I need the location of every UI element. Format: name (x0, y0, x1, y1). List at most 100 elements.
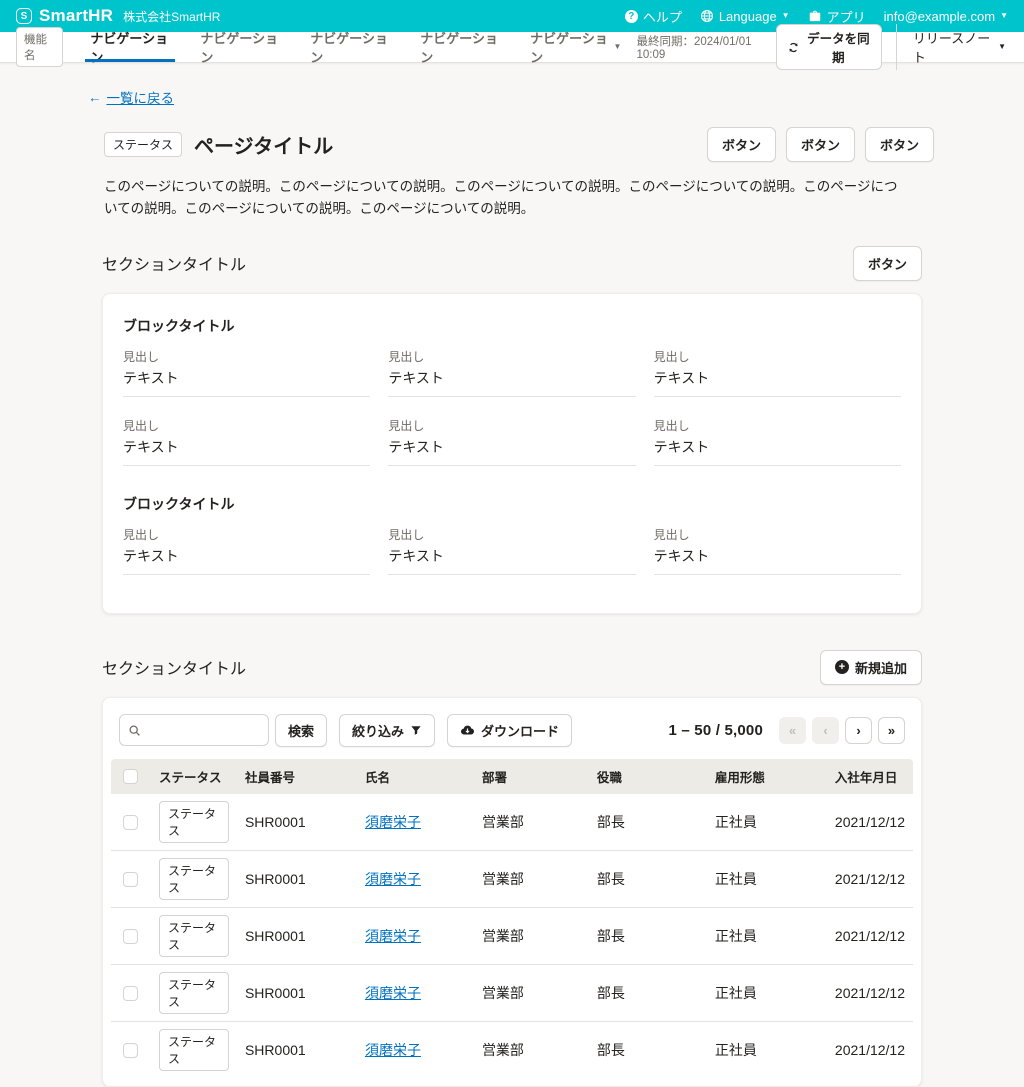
employee-name-cell: 須磨栄子 (357, 964, 474, 1021)
employee-name-link[interactable]: 須磨栄子 (365, 985, 421, 1001)
hire-date-cell: 2021/12/12 (827, 794, 913, 851)
smarthr-logo-icon: S (16, 8, 32, 24)
position-cell: 部長 (589, 794, 707, 851)
smarthr-logo[interactable]: S SmartHR (16, 6, 113, 26)
status-cell: ステータス (151, 1021, 237, 1078)
chevron-down-icon: ▼ (614, 43, 622, 51)
field: 見出しテキスト (654, 526, 901, 575)
field-label: 見出し (388, 417, 635, 434)
row-checkbox[interactable] (123, 872, 138, 887)
release-notes-label: リリースノート (913, 28, 992, 66)
section1-header: セクションタイトル ボタン (102, 246, 922, 281)
employee-name-cell: 須磨栄子 (357, 907, 474, 964)
field-label: 見出し (654, 348, 901, 365)
field: 見出しテキスト (388, 417, 635, 466)
employee-name-link[interactable]: 須磨栄子 (365, 814, 421, 830)
search-input[interactable] (147, 723, 260, 738)
department-cell: 営業部 (474, 964, 589, 1021)
download-button-label: ダウンロード (481, 721, 559, 740)
page-action-button-2[interactable]: ボタン (865, 127, 934, 162)
company-name: 株式会社SmartHR (123, 8, 220, 25)
status-badge: ステータス (159, 858, 229, 900)
section1-button[interactable]: ボタン (853, 246, 922, 281)
column-header: 氏名 (357, 759, 474, 794)
last-page-button[interactable]: » (878, 717, 905, 744)
field-label: 見出し (123, 417, 370, 434)
employee-id-cell: SHR0001 (237, 964, 357, 1021)
add-new-button[interactable]: + 新規追加 (820, 650, 922, 685)
release-notes-menu[interactable]: リリースノート ▼ (896, 24, 1008, 70)
column-header: 役職 (589, 759, 707, 794)
help-link[interactable]: ? ヘルプ (625, 7, 682, 26)
select-all-checkbox[interactable] (123, 769, 138, 784)
column-header: 社員番号 (237, 759, 357, 794)
status-badge: ステータス (159, 1029, 229, 1071)
employment-type-cell: 正社員 (707, 850, 827, 907)
column-header: ステータス (151, 759, 237, 794)
nav-tab-1[interactable]: ナビゲーション (185, 32, 295, 62)
status-badge: ステータス (159, 801, 229, 843)
back-to-list-link[interactable]: ← 一覧に戻る (88, 87, 174, 107)
back-arrow-icon: ← (88, 90, 102, 105)
field-value: テキスト (388, 368, 635, 388)
table-row: ステータスSHR0001須磨栄子営業部部長正社員2021/12/12 (111, 1021, 913, 1078)
checkbox-cell (111, 794, 151, 851)
hire-date-cell: 2021/12/12 (827, 964, 913, 1021)
row-checkbox[interactable] (123, 929, 138, 944)
nav-tab-3[interactable]: ナビゲーション (405, 32, 515, 62)
next-page-button[interactable]: › (845, 717, 872, 744)
section1-title: セクションタイトル (102, 251, 246, 275)
help-icon: ? (625, 10, 638, 23)
plus-circle-icon: + (835, 660, 849, 674)
filter-button[interactable]: 絞り込み (339, 714, 435, 747)
employee-name-link[interactable]: 須磨栄子 (365, 928, 421, 944)
row-checkbox[interactable] (123, 1043, 138, 1058)
cloud-download-icon (460, 723, 475, 738)
page-action-button-0[interactable]: ボタン (707, 127, 776, 162)
field-label: 見出し (388, 526, 635, 543)
sync-data-button[interactable]: データを同期 (776, 24, 882, 70)
nav-tab-0[interactable]: ナビゲーション (75, 32, 185, 62)
employee-name-link[interactable]: 須磨栄子 (365, 871, 421, 887)
field-label: 見出し (123, 526, 370, 543)
sync-button-label: データを同期 (806, 28, 871, 66)
search-button[interactable]: 検索 (275, 714, 327, 747)
chevron-down-icon: ▼ (998, 43, 1006, 51)
back-link-label: 一覧に戻る (107, 87, 175, 107)
field-value: テキスト (123, 368, 370, 388)
nav-tab-label: ナビゲーション (310, 28, 390, 66)
prev-page-button: ‹ (812, 717, 839, 744)
nav-tab-4[interactable]: ナビゲーション▼ (515, 32, 636, 62)
position-cell: 部長 (589, 850, 707, 907)
apps-menu[interactable]: アプリ (808, 7, 866, 26)
checkbox-cell (111, 850, 151, 907)
block-title: ブロックタイトル (123, 316, 901, 336)
pagination: 1 – 50 / 5,000 «‹›» (668, 717, 905, 744)
field-value: テキスト (388, 437, 635, 457)
row-checkbox[interactable] (123, 986, 138, 1001)
employee-name-link[interactable]: 須磨栄子 (365, 1042, 421, 1058)
download-button[interactable]: ダウンロード (447, 714, 572, 747)
language-menu[interactable]: Language ▼ (700, 9, 790, 24)
checkbox-cell (111, 907, 151, 964)
field: 見出しテキスト (654, 348, 901, 397)
row-checkbox[interactable] (123, 815, 138, 830)
block-title: ブロックタイトル (123, 494, 901, 514)
status-cell: ステータス (151, 907, 237, 964)
field-row: 見出しテキスト見出しテキスト見出しテキスト (123, 526, 901, 575)
filter-button-label: 絞り込み (352, 721, 404, 740)
smarthr-logo-text: SmartHR (39, 6, 113, 26)
page-action-button-1[interactable]: ボタン (786, 127, 855, 162)
nav-tab-2[interactable]: ナビゲーション (295, 32, 405, 62)
account-menu[interactable]: info@example.com ▼ (884, 9, 1008, 24)
checkbox-cell (111, 1021, 151, 1078)
field-value: テキスト (654, 368, 901, 388)
first-page-button: « (779, 717, 806, 744)
field: 見出しテキスト (654, 417, 901, 466)
field: 見出しテキスト (388, 348, 635, 397)
nav-tabs: ナビゲーションナビゲーションナビゲーションナビゲーションナビゲーション▼ (75, 32, 636, 62)
table-row: ステータスSHR0001須磨栄子営業部部長正社員2021/12/12 (111, 850, 913, 907)
field-value: テキスト (654, 437, 901, 457)
employee-id-cell: SHR0001 (237, 794, 357, 851)
select-all-cell (111, 759, 151, 794)
